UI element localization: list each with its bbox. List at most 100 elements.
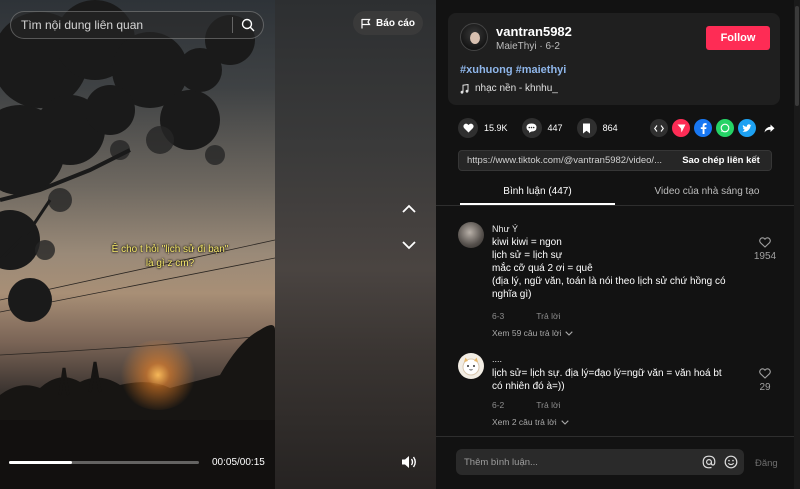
- view-replies-label: Xem 59 câu trả lời: [492, 328, 562, 338]
- author-display-name: MaieThyi: [496, 41, 537, 52]
- like-button[interactable]: [458, 118, 478, 138]
- comment-bubble-icon: [526, 123, 537, 133]
- heart-outline-icon: [759, 237, 771, 248]
- emoji-icon[interactable]: [724, 455, 738, 469]
- comment-line: lịch sử= lịch sự. địa lý=đạo lý=ngữ văn …: [492, 368, 722, 379]
- follow-button[interactable]: Follow: [706, 26, 770, 50]
- bookmark-icon: [583, 123, 591, 133]
- view-replies-button[interactable]: Xem 2 câu trả lời: [492, 417, 569, 427]
- app-root: Ê cho t hỏi "lịch sử đi bạn" là gì z cm?…: [0, 0, 800, 489]
- video-caption: Ê cho t hỏi "lịch sử đi bạn" là gì z cm?: [100, 243, 240, 271]
- whatsapp-icon[interactable]: [716, 119, 734, 137]
- video-caption-line-1: Ê cho t hỏi "lịch sử đi bạn": [111, 244, 229, 255]
- post-comment-button[interactable]: Đăng: [755, 458, 778, 469]
- comment-date: 6-2: [492, 400, 505, 410]
- music-link[interactable]: nhạc nền - khnhu_: [460, 83, 558, 94]
- comment-button[interactable]: [521, 118, 542, 138]
- comment-avatar[interactable]: [458, 222, 484, 248]
- mention-icon[interactable]: [702, 455, 716, 469]
- comment-like-button[interactable]: 1954: [750, 237, 780, 262]
- video-player[interactable]: Ê cho t hỏi "lịch sử đi bạn" là gì z cm?…: [0, 0, 275, 489]
- reply-button[interactable]: Trả lời: [536, 400, 560, 410]
- comment-composer: Đăng: [436, 436, 800, 489]
- comment-line: mắc cỡ quá 2 ơi = quê: [492, 263, 593, 274]
- video-progress-fill: [9, 461, 72, 464]
- comment-count: 447: [547, 123, 563, 133]
- view-replies-label: Xem 2 câu trả lời: [492, 417, 557, 427]
- save-button[interactable]: [576, 118, 597, 138]
- comment-line: kiwi kiwi = ngon: [492, 237, 562, 248]
- copy-link-button[interactable]: Sao chép liên kết: [671, 151, 771, 170]
- flag-icon: [361, 18, 371, 28]
- twitter-icon[interactable]: [738, 119, 756, 137]
- sun-glow: [118, 340, 198, 410]
- save-stat[interactable]: 864: [576, 118, 618, 138]
- scrollbar-thumb[interactable]: [795, 6, 799, 106]
- author-subline: MaieThyi · 6-2: [496, 41, 560, 52]
- like-stat[interactable]: 15.9K: [458, 118, 508, 138]
- comment-avatar[interactable]: [458, 353, 484, 379]
- comment-line: có nhiên đó à=)): [492, 381, 565, 392]
- music-title: nhạc nền - khnhu_: [475, 83, 558, 94]
- comment-input-box[interactable]: [456, 449, 744, 475]
- chevron-down-icon: [565, 330, 574, 336]
- tab-active-indicator: [460, 203, 615, 205]
- author-avatar[interactable]: [460, 23, 488, 51]
- comment-author[interactable]: Như Ý: [492, 224, 518, 234]
- cat-avatar-icon: [462, 357, 480, 376]
- report-label: Báo cáo: [376, 17, 415, 29]
- video-time: 00:05/00:15: [212, 457, 265, 468]
- heart-outline-icon: [759, 368, 771, 379]
- share-arrow-icon[interactable]: [760, 119, 778, 137]
- hashtags[interactable]: #xuhuong #maiethyi: [460, 64, 566, 76]
- chevron-up-icon: [402, 204, 416, 213]
- video-link-row: https://www.tiktok.com/@vantran5982/vide…: [458, 150, 772, 171]
- search-divider: [232, 17, 233, 33]
- tab-creator-videos[interactable]: Video của nhà sáng tạo: [622, 186, 792, 197]
- next-video-button[interactable]: [397, 233, 421, 257]
- author-username[interactable]: vantran5982: [496, 24, 572, 39]
- post-date: 6-2: [545, 41, 560, 52]
- comment-meta: 6-3 Trả lời: [492, 311, 560, 321]
- video-progress-bar[interactable]: [9, 461, 199, 464]
- avatar-face: [470, 32, 480, 44]
- comment-text: kiwi kiwi = ngon lịch sử = lịch sự mắc c…: [492, 236, 742, 301]
- search-bar[interactable]: [10, 11, 264, 39]
- chevron-down-icon: [402, 240, 416, 249]
- comment-like-button[interactable]: 29: [750, 368, 780, 393]
- comment-author[interactable]: ....: [492, 354, 502, 364]
- panel-scrollbar[interactable]: [794, 0, 800, 489]
- comment-line: lịch sử = lịch sự: [492, 250, 563, 261]
- report-button[interactable]: Báo cáo: [353, 11, 423, 35]
- video-area: Ê cho t hỏi "lịch sử đi bạn" là gì z cm?…: [0, 0, 436, 489]
- chevron-down-icon: [560, 419, 569, 425]
- video-caption-line-2: là gì z cm?: [145, 258, 195, 269]
- panel-tabs: Bình luận (447) Video của nhà sáng tạo: [436, 182, 800, 206]
- previous-video-button[interactable]: [397, 196, 421, 220]
- comment-line: nghĩa gì): [492, 289, 532, 300]
- comment-input[interactable]: [464, 456, 702, 468]
- volume-icon[interactable]: [400, 454, 418, 470]
- send-icon[interactable]: [672, 119, 690, 137]
- save-count: 864: [602, 123, 618, 133]
- comment-text: lịch sử= lịch sự. địa lý=đạo lý=ngữ văn …: [492, 367, 742, 393]
- video-link-url[interactable]: https://www.tiktok.com/@vantran5982/vide…: [459, 155, 671, 166]
- comment-date: 6-3: [492, 311, 505, 321]
- comment-line: (địa lý, ngữ văn, toán là nói theo lịch …: [492, 276, 726, 287]
- author-card: vantran5982 MaieThyi · 6-2 Follow #xuhuo…: [448, 13, 780, 105]
- reply-button[interactable]: Trả lời: [536, 311, 560, 321]
- search-icon[interactable]: [241, 18, 255, 32]
- music-note-icon: [460, 83, 469, 94]
- details-panel: vantran5982 MaieThyi · 6-2 Follow #xuhuo…: [436, 0, 800, 489]
- search-input[interactable]: [21, 18, 224, 32]
- tab-comments[interactable]: Bình luận (447): [460, 186, 615, 197]
- heart-icon: [462, 123, 474, 133]
- comment-like-count: 29: [759, 382, 771, 393]
- engagement-stats: 15.9K 447 864: [458, 118, 632, 138]
- comment-stat[interactable]: 447: [521, 118, 563, 138]
- view-replies-button[interactable]: Xem 59 câu trả lời: [492, 328, 574, 338]
- facebook-icon[interactable]: [694, 119, 712, 137]
- share-row: [650, 119, 778, 137]
- comment-like-count: 1954: [753, 251, 777, 262]
- embed-icon[interactable]: [650, 119, 668, 137]
